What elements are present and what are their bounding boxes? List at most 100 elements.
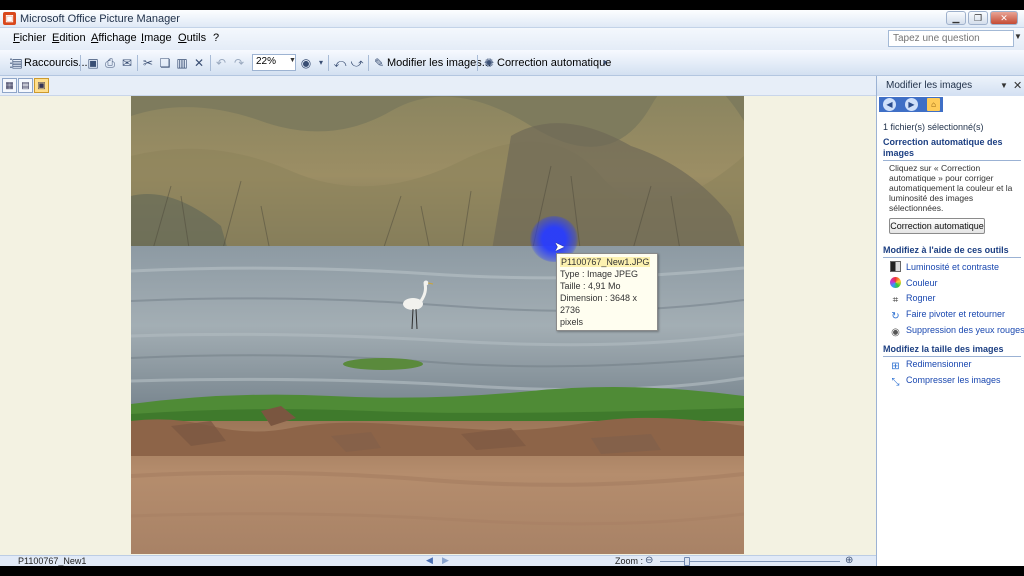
section-auto-correct: Correction automatique des images: [883, 137, 1021, 161]
compress-icon: ⤡: [891, 377, 900, 388]
section-resize: Modifiez la taille des images: [883, 344, 1021, 357]
auto-correct-button[interactable]: Correction automatique: [497, 54, 611, 72]
redo-icon[interactable]: ↷: [232, 56, 246, 70]
undo-icon[interactable]: ↶: [214, 56, 228, 70]
close-button[interactable]: ✕: [990, 11, 1018, 25]
picture-manager-icon: ▣: [3, 12, 16, 25]
tool-rotate-flip[interactable]: ↻ Faire pivoter et retourner: [890, 309, 1005, 322]
menu-outils[interactable]: Outils: [178, 32, 206, 44]
back-icon[interactable]: ◀: [883, 98, 896, 111]
menu-fichier[interactable]: Fichier: [13, 32, 46, 44]
view-bar: ▦ ▤ ▣: [0, 76, 876, 96]
brightness-contrast-icon: [890, 261, 901, 272]
tooltip-dimension-unit: pixels: [560, 317, 584, 327]
letterbox-bottom: [0, 566, 1024, 576]
close-icon[interactable]: ✕: [1013, 79, 1022, 92]
auto-correct-description: Cliquez sur « Correction automatique » p…: [889, 163, 1013, 213]
edit-images-button[interactable]: Modifier les images...: [387, 54, 491, 72]
rotate-right-icon[interactable]: ⤻: [350, 56, 364, 70]
cut-icon[interactable]: ✂: [141, 56, 155, 70]
toolbar-separator: [210, 55, 211, 71]
selection-count: 1 fichier(s) sélectionné(s): [883, 122, 984, 132]
toolbar-options-icon[interactable]: ▾: [598, 56, 612, 70]
title-bar: ▣ Microsoft Office Picture Manager ▁ ❐ ✕: [0, 10, 1024, 28]
tool-color[interactable]: Couleur: [890, 277, 938, 288]
crop-icon: ⌗: [892, 295, 899, 306]
zoom-in-icon[interactable]: ⊕: [845, 555, 853, 566]
tooltip-type: Type : Image JPEG: [560, 269, 639, 279]
tool-crop[interactable]: ⌗ Rogner: [890, 293, 936, 306]
delete-icon[interactable]: ✕: [192, 56, 206, 70]
toolbar-separator: [80, 55, 81, 71]
rotate-flip-icon: ↻: [891, 311, 900, 322]
picture-canvas: ➤ P1100767_New1.JPG Type : Image JPEG Ta…: [0, 96, 876, 555]
task-pane: Modifier les images ▼ ✕ ◀ ▶ ⌂ 1 fichier(…: [876, 76, 1024, 566]
zoom-slider-thumb[interactable]: [684, 557, 690, 566]
section-tools: Modifiez à l'aide de ces outils: [883, 245, 1021, 258]
help-search-input[interactable]: [888, 30, 1014, 47]
toolbar-separator: [368, 55, 369, 71]
toolbar-separator: [137, 55, 138, 71]
next-picture-icon[interactable]: ▶: [442, 555, 449, 566]
tool-label: Luminosité et contraste: [906, 262, 1000, 272]
tool-label: Redimensionner: [906, 359, 972, 369]
app-window: ▣ Microsoft Office Picture Manager ▁ ❐ ✕…: [0, 10, 1024, 566]
tool-label: Compresser les images: [906, 375, 1001, 385]
tool-resize[interactable]: ⊞ Redimensionner: [890, 359, 972, 372]
rotate-left-icon[interactable]: ⤺: [333, 56, 347, 70]
zoom-label: Zoom :: [615, 556, 644, 566]
email-icon[interactable]: ✉: [120, 56, 134, 70]
home-icon[interactable]: ⌂: [927, 98, 940, 111]
red-eye-icon: ◉: [891, 327, 900, 338]
menu-affichage[interactable]: Affichage: [91, 32, 137, 44]
task-pane-title[interactable]: Modifier les images: [886, 80, 972, 91]
toolbar: ⋮ ▤ Raccourcis... ▣ ⎙ ✉ ✂ ❏ ▥ ✕ ↶ ↷ 22% …: [0, 50, 1024, 76]
tooltip-size: Taille : 4,91 Mo: [560, 281, 621, 291]
shortcuts-icon: ▤: [11, 56, 23, 70]
tool-label: Couleur: [906, 278, 938, 288]
tool-label: Rogner: [906, 293, 936, 303]
tool-red-eye[interactable]: ◉ Suppression des yeux rouges: [890, 325, 1024, 338]
task-pane-nav: ◀ ▶ ⌂: [879, 97, 943, 112]
file-info-tooltip: P1100767_New1.JPG Type : Image JPEG Tail…: [556, 253, 658, 331]
filmstrip-view-icon[interactable]: ▤: [18, 78, 33, 93]
tool-brightness-contrast[interactable]: Luminosité et contraste: [890, 261, 999, 272]
zoom-out-icon[interactable]: ⊖: [645, 555, 653, 566]
window-title: Microsoft Office Picture Manager: [20, 13, 180, 25]
auto-correct-icon: ✺: [483, 56, 495, 70]
restore-button[interactable]: ❐: [968, 11, 988, 25]
previous-picture-icon[interactable]: ◀: [426, 555, 433, 566]
copy-icon[interactable]: ❏: [158, 56, 172, 70]
minimize-button[interactable]: ▁: [946, 11, 966, 25]
thumbnail-view-icon[interactable]: ▦: [2, 78, 17, 93]
tool-label: Faire pivoter et retourner: [906, 309, 1006, 319]
chevron-down-icon[interactable]: ▼: [1014, 32, 1022, 41]
save-icon[interactable]: ▣: [86, 56, 100, 70]
forward-icon[interactable]: ▶: [905, 98, 918, 111]
single-picture-view-icon[interactable]: ▣: [34, 78, 49, 93]
menu-image[interactable]: Image: [141, 32, 172, 44]
menu-help[interactable]: ?: [213, 32, 219, 44]
toolbar-options-icon[interactable]: ▾: [314, 56, 328, 70]
toolbar-separator: [477, 55, 478, 71]
toolbar-separator: [328, 55, 329, 71]
tooltip-filename: P1100767_New1.JPG: [560, 257, 651, 267]
print-icon[interactable]: ⎙: [103, 56, 117, 70]
shortcuts-button[interactable]: Raccourcis...: [24, 54, 88, 72]
tooltip-dimension: Dimension : 3648 x 2736: [560, 293, 638, 315]
edit-images-icon: ✎: [373, 56, 385, 70]
task-pane-header: Modifier les images ▼ ✕: [877, 76, 1024, 96]
status-filename: P1100767_New1: [18, 556, 87, 566]
auto-correct-pane-button[interactable]: Correction automatique: [889, 218, 985, 234]
chevron-down-icon[interactable]: ▼: [1000, 81, 1008, 90]
paste-icon[interactable]: ▥: [175, 56, 189, 70]
chevron-down-icon[interactable]: ▼: [289, 57, 296, 64]
color-icon: [890, 277, 901, 288]
menu-bar: Fichier Edition Affichage Image Outils ?…: [0, 28, 1024, 50]
menu-edition[interactable]: Edition: [52, 32, 86, 44]
tool-label: Suppression des yeux rouges: [906, 325, 1024, 335]
resize-icon: ⊞: [891, 361, 900, 372]
tool-compress[interactable]: ⤡ Compresser les images: [890, 375, 1001, 388]
status-bar: P1100767_New1 ◀ ▶ Zoom : ⊖ ⊕: [0, 555, 876, 566]
help-icon[interactable]: ◉: [299, 56, 313, 70]
